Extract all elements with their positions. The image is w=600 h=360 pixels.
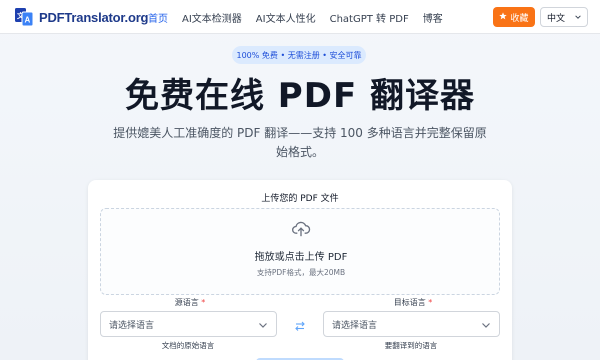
source-language-select[interactable]: 请选择语言 (100, 311, 277, 337)
page-title: 免费在线 PDF 翻译器 (124, 76, 476, 116)
source-language-label: 源语言 * (140, 297, 240, 308)
nav-link-blog[interactable]: 博客 (423, 10, 443, 25)
nav-link-chatgpt-to-pdf[interactable]: ChatGPT 转 PDF (330, 10, 409, 25)
svg-text:A: A (25, 16, 31, 25)
chevron-down-icon (481, 320, 491, 333)
target-language-placeholder: 请选择语言 (332, 320, 378, 331)
favorite-label: 收藏 (510, 13, 529, 24)
free-badge: 100% 免费 • 无需注册 • 安全可靠 (232, 46, 366, 64)
upload-label: 上传您的 PDF 文件 (261, 194, 339, 204)
site-logo[interactable]: 文 A PDFTranslator.org (14, 7, 148, 27)
dropzone-hint: 支持PDF格式，最大20MB (256, 268, 346, 277)
language-select[interactable]: 中文 (540, 7, 588, 27)
source-language-label-text: 源语言 (174, 298, 199, 307)
language-value: 中文 (547, 13, 566, 24)
chevron-down-icon (574, 13, 582, 24)
source-language-placeholder: 请选择语言 (109, 320, 155, 331)
logo-text: PDFTranslator.org (39, 9, 149, 25)
dropzone-text: 拖放或点击上传 PDF (254, 252, 348, 263)
favorite-button[interactable]: 收藏 (493, 7, 535, 27)
translator-card: 上传您的 PDF 文件 拖放或点击上传 PDF 支持PDF格式，最大20MB 源… (88, 180, 512, 360)
chevron-down-icon (258, 320, 268, 333)
pdf-dropzone[interactable]: 拖放或点击上传 PDF 支持PDF格式，最大20MB (100, 208, 500, 295)
pdf-translate-icon: 文 A (14, 7, 34, 27)
nav-link-home[interactable]: 首页 (148, 10, 168, 25)
required-mark: * (428, 298, 433, 307)
cloud-upload-icon (291, 219, 311, 239)
star-icon (499, 11, 508, 23)
nav-link-ai-humanizer[interactable]: AI文本人性化 (256, 10, 316, 25)
target-language-label: 目标语言 * (363, 297, 463, 308)
top-navbar: 文 A PDFTranslator.org 首页 AI文本检测器 AI文本人性化… (0, 0, 600, 34)
source-language-help: 文档的原始语言 (161, 341, 215, 350)
main-nav: 首页 AI文本检测器 AI文本人性化 ChatGPT 转 PDF 博客 (148, 0, 457, 34)
target-language-label-text: 目标语言 (393, 298, 426, 307)
nav-link-ai-detector[interactable]: AI文本检测器 (182, 10, 242, 25)
page-subtitle: 提供媲美人工准确度的 PDF 翻译——支持 100 多种语言并完整保留原始格式。 (113, 126, 487, 159)
target-language-select[interactable]: 请选择语言 (323, 311, 500, 337)
target-language-help: 要翻译到的语言 (384, 341, 438, 350)
swap-arrows-icon[interactable] (294, 317, 306, 331)
required-mark: * (201, 298, 206, 307)
